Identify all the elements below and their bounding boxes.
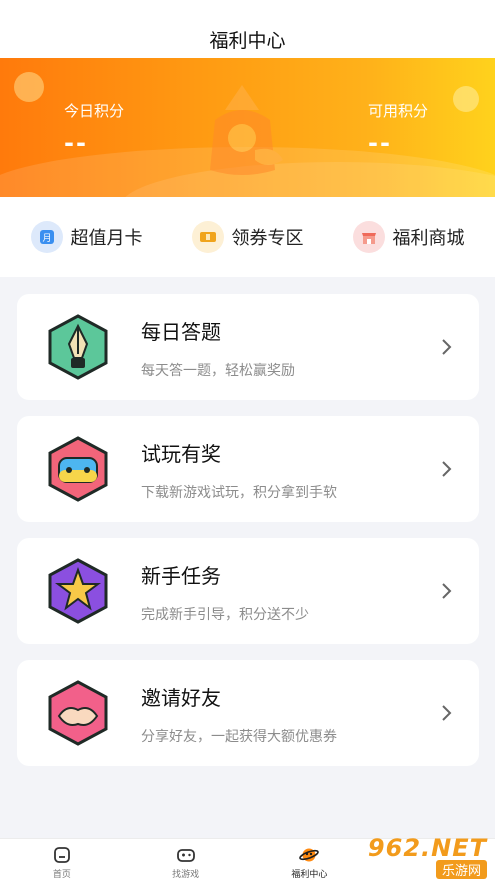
coin-decoration-icon xyxy=(453,86,479,112)
chevron-right-icon xyxy=(442,461,452,477)
available-points-value: -- xyxy=(368,129,392,157)
svg-text:月: 月 xyxy=(42,233,51,244)
available-points: 可用积分 -- xyxy=(368,100,428,157)
card-daily-quiz[interactable]: 每日答题 每天答一题，轻松赢奖励 xyxy=(17,294,479,400)
card-title: 每日答题 xyxy=(141,320,221,344)
today-points-value: -- xyxy=(64,129,88,157)
quick-links: 月 超值月卡 领券专区 福利商城 xyxy=(0,197,495,277)
card-title: 邀请好友 xyxy=(141,686,221,710)
quick-link-coupon[interactable]: 领券专区 xyxy=(191,221,304,253)
chevron-right-icon xyxy=(442,339,452,355)
card-title: 新手任务 xyxy=(141,564,221,588)
tab-label: 找游戏 xyxy=(172,870,200,880)
tab-find-games[interactable]: 找游戏 xyxy=(124,839,248,880)
tab-label: 福利中心 xyxy=(291,870,328,880)
today-points-label: 今日积分 xyxy=(64,102,125,120)
available-points-label: 可用积分 xyxy=(368,102,429,120)
points-banner: 今日积分 -- 可用积分 -- xyxy=(0,58,495,197)
card-newbie-tasks[interactable]: 新手任务 完成新手引导，积分送不少 xyxy=(17,538,479,644)
page-title: 福利中心 xyxy=(209,29,286,52)
pen-icon xyxy=(48,314,108,380)
card-desc: 完成新手引导，积分送不少 xyxy=(141,607,309,623)
quick-link-monthly-card[interactable]: 月 超值月卡 xyxy=(30,221,143,253)
gift-bag-icon xyxy=(210,85,283,175)
card-desc: 下载新游戏试玩，积分拿到手软 xyxy=(141,485,337,501)
shop-icon xyxy=(352,221,385,253)
gamepad-icon xyxy=(48,436,108,502)
handshake-icon xyxy=(48,680,108,746)
planet-icon xyxy=(299,848,320,862)
card-title: 试玩有奖 xyxy=(141,442,221,466)
quick-link-label: 福利商城 xyxy=(392,228,465,249)
quick-link-label: 超值月卡 xyxy=(70,228,143,249)
quick-link-shop[interactable]: 福利商城 xyxy=(352,221,465,253)
star-icon xyxy=(48,558,108,624)
site-watermark: 962.NET 乐游网 xyxy=(353,832,495,880)
home-icon xyxy=(53,847,70,863)
coin-decoration-icon xyxy=(14,72,44,102)
chevron-right-icon xyxy=(442,705,452,721)
tab-home[interactable]: 首页 xyxy=(0,839,124,880)
gamepad-icon xyxy=(176,849,195,862)
chevron-right-icon xyxy=(442,583,452,599)
watermark-logo-text: 962.NET xyxy=(367,833,487,862)
coupon-icon xyxy=(191,221,224,253)
card-desc: 每天答一题，轻松赢奖励 xyxy=(141,363,295,379)
title-bar: 福利中心 xyxy=(0,0,495,58)
quick-link-label: 领券专区 xyxy=(231,228,304,249)
card-desc: 分享好友，一起获得大额优惠券 xyxy=(141,729,337,745)
card-invite-friends[interactable]: 邀请好友 分享好友，一起获得大额优惠券 xyxy=(17,660,479,766)
watermark-site-name: 乐游网 xyxy=(435,859,487,879)
today-points: 今日积分 -- xyxy=(64,100,124,157)
monthly-card-icon: 月 xyxy=(30,221,63,253)
card-trial-reward[interactable]: 试玩有奖 下载新游戏试玩，积分拿到手软 xyxy=(17,416,479,522)
tab-label: 首页 xyxy=(52,870,71,880)
